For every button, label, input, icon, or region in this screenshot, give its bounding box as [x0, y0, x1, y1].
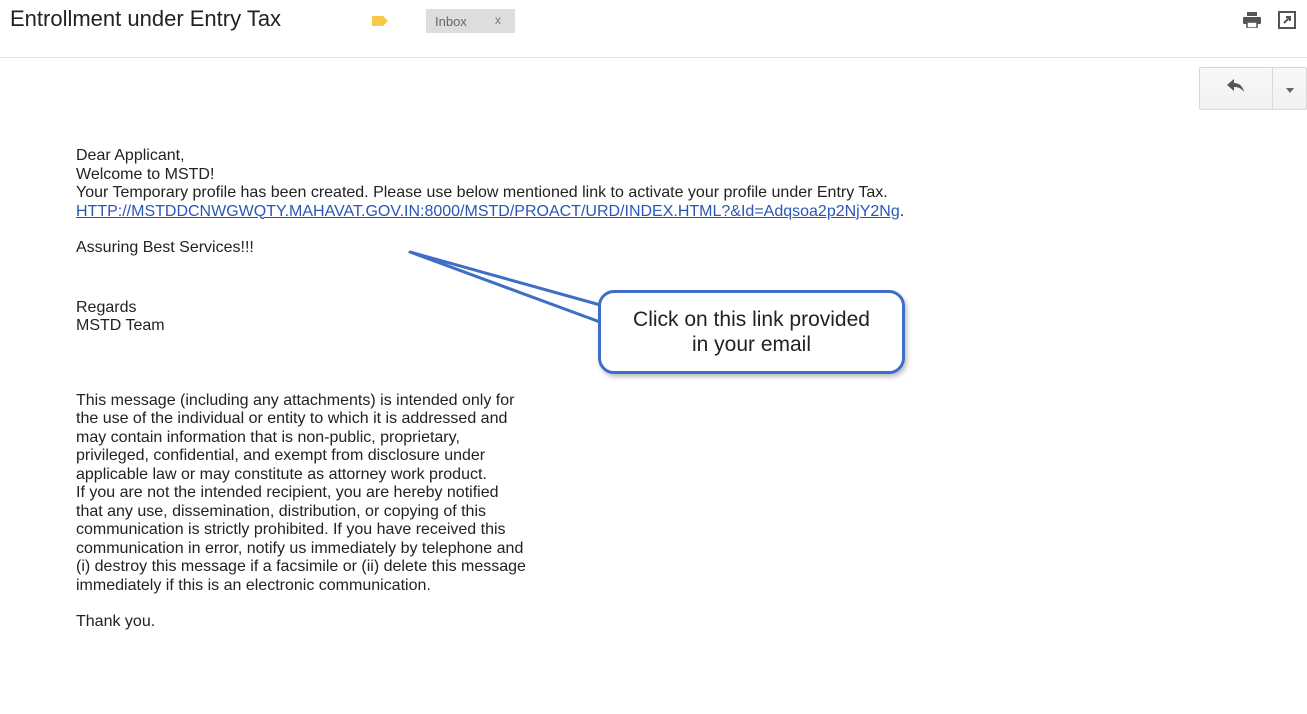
email-body: Dear Applicant, Welcome to MSTD! Your Te…: [76, 147, 1126, 632]
activation-link-line: HTTP://MSTDDCNWGWQTY.MAHAVAT.GOV.IN:8000…: [76, 203, 1126, 222]
welcome-line: Welcome to MSTD!: [76, 165, 215, 183]
disclaimer-line: the use of the individual or entity to w…: [76, 410, 508, 427]
print-icon[interactable]: [1243, 12, 1261, 29]
greeting: Dear Applicant,: [76, 147, 185, 164]
activation-link[interactable]: HTTP://MSTDDCNWGWQTY.MAHAVAT.GOV.IN:8000…: [76, 203, 900, 220]
callout-text-line: Click on this link provided: [633, 308, 870, 331]
disclaimer-line: communication is strictly prohibited. If…: [76, 521, 506, 538]
disclaimer-line: If you are not the intended recipient, y…: [76, 484, 499, 501]
assurance-line: Assuring Best Services!!!: [76, 239, 254, 256]
intro-line: Your Temporary profile has been created.…: [76, 184, 888, 201]
new-window-icon[interactable]: [1278, 11, 1296, 29]
inbox-label-text: Inbox: [435, 13, 467, 29]
email-header: Entrollment under Entry Tax Inbox x: [0, 0, 1307, 58]
reply-button-group: [1199, 67, 1307, 110]
more-actions-button[interactable]: [1273, 68, 1306, 109]
disclaimer-line: (i) destroy this message if a facsimile …: [76, 558, 526, 575]
disclaimer-line: applicable law or may constitute as atto…: [76, 465, 487, 483]
reply-icon: [1227, 79, 1245, 98]
label-tag-icon[interactable]: [371, 14, 389, 26]
remove-label-button[interactable]: x: [495, 13, 501, 27]
reply-button[interactable]: [1200, 68, 1273, 109]
caret-down-icon: [1285, 80, 1294, 98]
disclaimer: This message (including any attachments)…: [76, 392, 1126, 596]
thank-you-line: Thank you.: [76, 613, 156, 630]
annotation-callout: Click on this link provided in your emai…: [598, 290, 905, 374]
inbox-label-chip[interactable]: Inbox x: [426, 9, 515, 33]
callout-text-line: in your email: [691, 333, 812, 356]
disclaimer-line: may contain information that is non-publ…: [76, 428, 460, 446]
disclaimer-line: communication in error, notify us immedi…: [76, 539, 524, 557]
disclaimer-line: that any use, dissemination, distributio…: [76, 502, 486, 520]
disclaimer-line: immediately if this is an electronic com…: [76, 576, 431, 594]
disclaimer-line: privileged, confidential, and exempt fro…: [76, 447, 486, 464]
link-suffix: .: [899, 202, 905, 220]
disclaimer-line: This message (including any attachments)…: [76, 391, 515, 409]
email-subject: Entrollment under Entry Tax: [10, 6, 282, 31]
